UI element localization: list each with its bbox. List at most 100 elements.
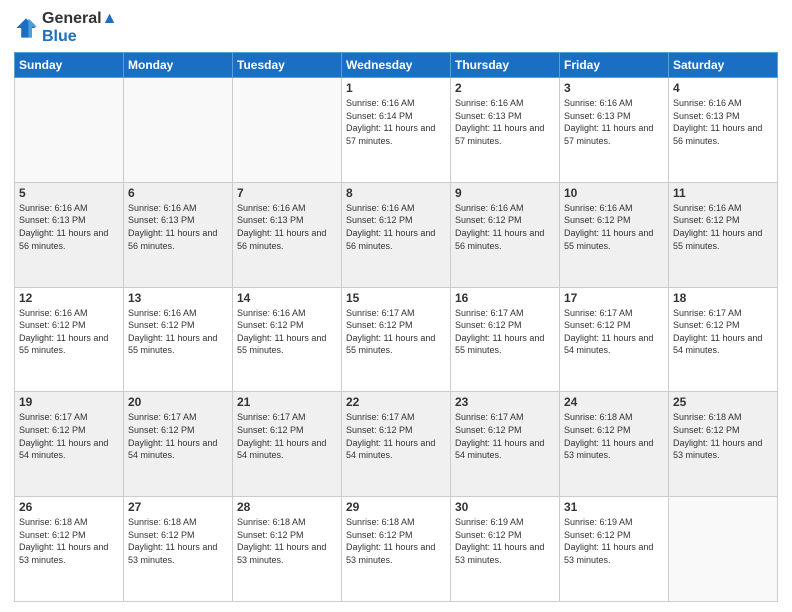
- week-row-3: 12 Sunrise: 6:16 AM Sunset: 6:12 PM Dayli…: [15, 287, 778, 392]
- logo-text: General▲ Blue: [42, 10, 117, 46]
- day-number: 23: [455, 395, 555, 409]
- day-cell: 3 Sunrise: 6:16 AM Sunset: 6:13 PM Daylig…: [560, 78, 669, 183]
- day-number: 26: [19, 500, 119, 514]
- day-info: Sunrise: 6:16 AM Sunset: 6:12 PM Dayligh…: [128, 307, 228, 357]
- day-info: Sunrise: 6:16 AM Sunset: 6:14 PM Dayligh…: [346, 97, 446, 147]
- day-cell: 21Sunrise: 6:17 AM Sunset: 6:12 PM Dayli…: [233, 392, 342, 497]
- day-info: Sunrise: 6:18 AM Sunset: 6:12 PM Dayligh…: [673, 411, 773, 461]
- day-info: Sunrise: 6:17 AM Sunset: 6:12 PM Dayligh…: [564, 307, 664, 357]
- day-cell: 26 Sunrise: 6:18 AM Sunset: 6:12 PM Dayli…: [15, 497, 124, 602]
- day-info: Sunrise: 6:17 AM Sunset: 6:12 PM Dayligh…: [346, 411, 446, 461]
- day-number: 12: [19, 291, 119, 305]
- logo-icon: [14, 16, 38, 40]
- weekday-header-row: SundayMondayTuesdayWednesdayThursdayFrid…: [15, 53, 778, 78]
- page: General▲ Blue SundayMondayTuesdayWednesd…: [0, 0, 792, 612]
- day-cell: 29 Sunrise: 6:18 AM Sunset: 6:12 PM Dayli…: [342, 497, 451, 602]
- day-info: Sunrise: 6:17 AM Sunset: 6:12 PM Dayligh…: [128, 411, 228, 461]
- day-number: 1: [346, 81, 446, 95]
- day-cell: [15, 78, 124, 183]
- day-cell: 18Sunrise: 6:17 AM Sunset: 6:12 PM Dayli…: [669, 287, 778, 392]
- day-number: 30: [455, 500, 555, 514]
- day-cell: [669, 497, 778, 602]
- day-cell: 17 Sunrise: 6:17 AM Sunset: 6:12 PM Dayli…: [560, 287, 669, 392]
- day-cell: 4 Sunrise: 6:16 AM Sunset: 6:13 PM Daylig…: [669, 78, 778, 183]
- day-cell: 16 Sunrise: 6:17 AM Sunset: 6:12 PM Dayli…: [451, 287, 560, 392]
- day-info: Sunrise: 6:16 AM Sunset: 6:13 PM Dayligh…: [564, 97, 664, 147]
- day-number: 25: [673, 395, 773, 409]
- day-cell: 9 Sunrise: 6:16 AM Sunset: 6:12 PM Daylig…: [451, 182, 560, 287]
- day-info: Sunrise: 6:16 AM Sunset: 6:12 PM Dayligh…: [19, 307, 119, 357]
- day-number: 21: [237, 395, 337, 409]
- day-number: 14: [237, 291, 337, 305]
- week-row-4: 19 Sunrise: 6:17 AM Sunset: 6:12 PM Dayli…: [15, 392, 778, 497]
- day-number: 3: [564, 81, 664, 95]
- day-cell: 30 Sunrise: 6:19 AM Sunset: 6:12 PM Dayli…: [451, 497, 560, 602]
- day-info: Sunrise: 6:17 AM Sunset: 6:12 PM Dayligh…: [346, 307, 446, 357]
- day-number: 11: [673, 186, 773, 200]
- weekday-header-thursday: Thursday: [451, 53, 560, 78]
- weekday-header-wednesday: Wednesday: [342, 53, 451, 78]
- day-cell: 1 Sunrise: 6:16 AM Sunset: 6:14 PM Daylig…: [342, 78, 451, 183]
- day-info: Sunrise: 6:18 AM Sunset: 6:12 PM Dayligh…: [19, 516, 119, 566]
- day-info: Sunrise: 6:19 AM Sunset: 6:12 PM Dayligh…: [455, 516, 555, 566]
- day-cell: 25 Sunrise: 6:18 AM Sunset: 6:12 PM Dayli…: [669, 392, 778, 497]
- calendar-table: SundayMondayTuesdayWednesdayThursdayFrid…: [14, 52, 778, 602]
- weekday-header-monday: Monday: [124, 53, 233, 78]
- day-number: 31: [564, 500, 664, 514]
- day-cell: 15Sunrise: 6:17 AM Sunset: 6:12 PM Dayli…: [342, 287, 451, 392]
- day-cell: 6Sunrise: 6:16 AM Sunset: 6:13 PM Daylig…: [124, 182, 233, 287]
- weekday-header-saturday: Saturday: [669, 53, 778, 78]
- day-cell: 10 Sunrise: 6:16 AM Sunset: 6:12 PM Dayli…: [560, 182, 669, 287]
- day-number: 22: [346, 395, 446, 409]
- day-number: 27: [128, 500, 228, 514]
- day-cell: 24 Sunrise: 6:18 AM Sunset: 6:12 PM Dayli…: [560, 392, 669, 497]
- day-cell: 12 Sunrise: 6:16 AM Sunset: 6:12 PM Dayli…: [15, 287, 124, 392]
- day-info: Sunrise: 6:18 AM Sunset: 6:12 PM Dayligh…: [346, 516, 446, 566]
- day-cell: 8 Sunrise: 6:16 AM Sunset: 6:12 PM Daylig…: [342, 182, 451, 287]
- day-cell: 31Sunrise: 6:19 AM Sunset: 6:12 PM Dayli…: [560, 497, 669, 602]
- header: General▲ Blue: [14, 10, 778, 46]
- day-info: Sunrise: 6:17 AM Sunset: 6:12 PM Dayligh…: [19, 411, 119, 461]
- day-cell: 13Sunrise: 6:16 AM Sunset: 6:12 PM Dayli…: [124, 287, 233, 392]
- day-info: Sunrise: 6:18 AM Sunset: 6:12 PM Dayligh…: [564, 411, 664, 461]
- day-info: Sunrise: 6:17 AM Sunset: 6:12 PM Dayligh…: [673, 307, 773, 357]
- day-number: 8: [346, 186, 446, 200]
- weekday-header-tuesday: Tuesday: [233, 53, 342, 78]
- day-number: 9: [455, 186, 555, 200]
- day-info: Sunrise: 6:16 AM Sunset: 6:12 PM Dayligh…: [455, 202, 555, 252]
- day-cell: 28Sunrise: 6:18 AM Sunset: 6:12 PM Dayli…: [233, 497, 342, 602]
- day-number: 19: [19, 395, 119, 409]
- day-number: 10: [564, 186, 664, 200]
- day-cell: 20 Sunrise: 6:17 AM Sunset: 6:12 PM Dayli…: [124, 392, 233, 497]
- day-info: Sunrise: 6:17 AM Sunset: 6:12 PM Dayligh…: [455, 411, 555, 461]
- day-cell: 27 Sunrise: 6:18 AM Sunset: 6:12 PM Dayli…: [124, 497, 233, 602]
- day-info: Sunrise: 6:16 AM Sunset: 6:13 PM Dayligh…: [237, 202, 337, 252]
- day-number: 17: [564, 291, 664, 305]
- logo: General▲ Blue: [14, 10, 117, 46]
- day-cell: [233, 78, 342, 183]
- day-number: 24: [564, 395, 664, 409]
- day-info: Sunrise: 6:16 AM Sunset: 6:13 PM Dayligh…: [128, 202, 228, 252]
- day-number: 5: [19, 186, 119, 200]
- week-row-5: 26 Sunrise: 6:18 AM Sunset: 6:12 PM Dayli…: [15, 497, 778, 602]
- day-info: Sunrise: 6:16 AM Sunset: 6:12 PM Dayligh…: [564, 202, 664, 252]
- day-info: Sunrise: 6:16 AM Sunset: 6:13 PM Dayligh…: [673, 97, 773, 147]
- day-number: 16: [455, 291, 555, 305]
- day-cell: 11Sunrise: 6:16 AM Sunset: 6:12 PM Dayli…: [669, 182, 778, 287]
- week-row-2: 5 Sunrise: 6:16 AM Sunset: 6:13 PM Daylig…: [15, 182, 778, 287]
- day-cell: 19 Sunrise: 6:17 AM Sunset: 6:12 PM Dayli…: [15, 392, 124, 497]
- day-number: 2: [455, 81, 555, 95]
- day-info: Sunrise: 6:16 AM Sunset: 6:12 PM Dayligh…: [237, 307, 337, 357]
- week-row-1: 1 Sunrise: 6:16 AM Sunset: 6:14 PM Daylig…: [15, 78, 778, 183]
- day-cell: [124, 78, 233, 183]
- day-number: 28: [237, 500, 337, 514]
- day-info: Sunrise: 6:16 AM Sunset: 6:13 PM Dayligh…: [19, 202, 119, 252]
- day-cell: 23 Sunrise: 6:17 AM Sunset: 6:12 PM Dayli…: [451, 392, 560, 497]
- day-cell: 7Sunrise: 6:16 AM Sunset: 6:13 PM Daylig…: [233, 182, 342, 287]
- day-info: Sunrise: 6:16 AM Sunset: 6:12 PM Dayligh…: [346, 202, 446, 252]
- day-number: 20: [128, 395, 228, 409]
- day-info: Sunrise: 6:18 AM Sunset: 6:12 PM Dayligh…: [128, 516, 228, 566]
- day-number: 4: [673, 81, 773, 95]
- day-info: Sunrise: 6:17 AM Sunset: 6:12 PM Dayligh…: [455, 307, 555, 357]
- day-number: 29: [346, 500, 446, 514]
